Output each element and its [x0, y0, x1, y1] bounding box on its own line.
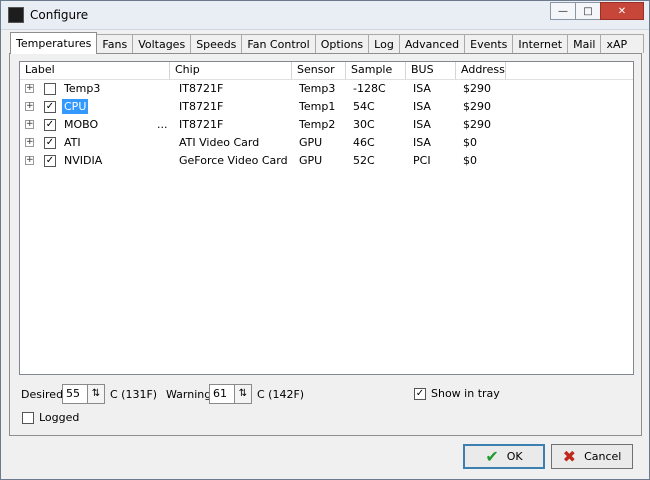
tab-events[interactable]: Events	[464, 34, 514, 53]
row-sensor: Temp3	[299, 82, 336, 95]
show-in-tray-checkbox[interactable]: ✓	[414, 388, 426, 400]
row-chip: GeForce Video Card	[179, 154, 288, 167]
minimize-icon: —	[558, 5, 568, 17]
row-bus: PCI	[413, 154, 431, 167]
logged-checkbox[interactable]	[22, 412, 34, 424]
warning-label: Warning	[166, 388, 212, 401]
expand-icon[interactable]: +	[25, 84, 34, 93]
tab-log[interactable]: Log	[368, 34, 400, 53]
row-sensor: GPU	[299, 154, 323, 167]
window-title: Configure	[30, 8, 89, 22]
row-label-ellipsis[interactable]: ...	[157, 118, 168, 131]
table-row[interactable]: + Temp3 IT8721F Temp3 -128C ISA $290	[20, 80, 633, 98]
tab-fan-control[interactable]: Fan Control	[241, 34, 316, 53]
column-header-label[interactable]: Label	[20, 62, 170, 79]
row-sample: 54C	[353, 100, 375, 113]
table-row[interactable]: + ✓ MOBO ... IT8721F Temp2 30C ISA $290	[20, 116, 633, 134]
row-bus: ISA	[413, 118, 431, 131]
row-bus: ISA	[413, 136, 431, 149]
row-bus: ISA	[413, 82, 431, 95]
tab-internet[interactable]: Internet	[512, 34, 569, 53]
close-button[interactable]: ✕	[600, 2, 644, 20]
row-address: $290	[463, 82, 491, 95]
row-address: $290	[463, 100, 491, 113]
row-bus: ISA	[413, 100, 431, 113]
row-chip: IT8721F	[179, 118, 224, 131]
expand-icon[interactable]: +	[25, 120, 34, 129]
checkmark-icon: ✔	[485, 447, 499, 466]
column-header-sensor[interactable]: Sensor	[292, 62, 346, 79]
cancel-button[interactable]: ✖ Cancel	[551, 444, 633, 469]
tab-voltages[interactable]: Voltages	[132, 34, 192, 53]
row-sensor: GPU	[299, 136, 323, 149]
title-bar[interactable]: Configure — □ ✕	[1, 1, 649, 30]
column-header-address[interactable]: Address	[456, 62, 506, 79]
x-icon: ✖	[562, 447, 577, 466]
expand-icon[interactable]: +	[25, 156, 34, 165]
desired-label: Desired	[21, 388, 64, 401]
desired-unit: C (131F)	[110, 388, 158, 401]
row-label: Temp3	[64, 82, 101, 95]
row-label: NVIDIA	[64, 154, 103, 167]
configure-window: Configure — □ ✕ Temperatures Fans Voltag…	[0, 0, 650, 480]
column-header-chip[interactable]: Chip	[170, 62, 292, 79]
tab-speeds[interactable]: Speeds	[190, 34, 243, 53]
row-checkbox[interactable]: ✓	[44, 101, 56, 113]
tab-fans[interactable]: Fans	[96, 34, 134, 53]
row-checkbox[interactable]: ✓	[44, 155, 56, 167]
row-sample: 46C	[353, 136, 375, 149]
row-label: ATI	[64, 136, 81, 149]
tab-mail[interactable]: Mail	[567, 34, 602, 53]
logged-label[interactable]: Logged	[39, 411, 79, 424]
sensor-list[interactable]: Label Chip Sensor Sample BUS Address + T…	[19, 61, 634, 375]
spinner-arrows-icon: ⇅	[238, 388, 248, 399]
app-icon	[8, 7, 24, 23]
list-header: Label Chip Sensor Sample BUS Address	[20, 62, 633, 80]
show-in-tray-label[interactable]: Show in tray	[431, 387, 500, 400]
expand-icon[interactable]: +	[25, 138, 34, 147]
row-sample: -128C	[353, 82, 386, 95]
tab-options[interactable]: Options	[314, 34, 370, 53]
row-chip: IT8721F	[179, 82, 224, 95]
tab-strip: Temperatures Fans Voltages Speeds Fan Co…	[10, 32, 645, 54]
table-row[interactable]: + ✓ NVIDIA GeForce Video Card GPU 52C PC…	[20, 152, 633, 170]
tab-temperatures[interactable]: Temperatures	[10, 32, 98, 54]
minimize-button[interactable]: —	[550, 2, 576, 20]
expand-icon[interactable]: +	[25, 102, 34, 111]
warning-spinner[interactable]: ⇅	[234, 384, 252, 404]
column-header-bus[interactable]: BUS	[406, 62, 456, 79]
table-row[interactable]: + ✓ CPU IT8721F Temp1 54C ISA $290	[20, 98, 633, 116]
row-label: CPU	[62, 99, 89, 114]
row-checkbox[interactable]	[44, 83, 56, 95]
table-row[interactable]: + ✓ ATI ATI Video Card GPU 46C ISA $0	[20, 134, 633, 152]
close-icon: ✕	[617, 5, 627, 17]
row-chip: IT8721F	[179, 100, 224, 113]
row-sample: 30C	[353, 118, 375, 131]
row-address: $0	[463, 154, 477, 167]
row-checkbox[interactable]: ✓	[44, 119, 56, 131]
column-header-sample[interactable]: Sample	[346, 62, 406, 79]
row-address: $290	[463, 118, 491, 131]
row-label: MOBO	[64, 118, 99, 131]
row-address: $0	[463, 136, 477, 149]
maximize-button[interactable]: □	[575, 2, 601, 20]
tab-xap[interactable]: xAP	[600, 34, 645, 53]
ok-label: OK	[506, 450, 523, 463]
temperatures-panel: Label Chip Sensor Sample BUS Address + T…	[9, 53, 642, 436]
row-sensor: Temp1	[299, 100, 336, 113]
tab-advanced[interactable]: Advanced	[398, 34, 466, 53]
row-sensor: Temp2	[299, 118, 336, 131]
row-sample: 52C	[353, 154, 375, 167]
maximize-icon: □	[583, 5, 593, 17]
row-checkbox[interactable]: ✓	[44, 137, 56, 149]
row-chip: ATI Video Card	[179, 136, 260, 149]
ok-button[interactable]: ✔ OK	[463, 444, 545, 469]
spinner-arrows-icon: ⇅	[91, 388, 101, 399]
warning-unit: C (142F)	[257, 388, 305, 401]
cancel-label: Cancel	[584, 450, 622, 463]
desired-spinner[interactable]: ⇅	[87, 384, 105, 404]
